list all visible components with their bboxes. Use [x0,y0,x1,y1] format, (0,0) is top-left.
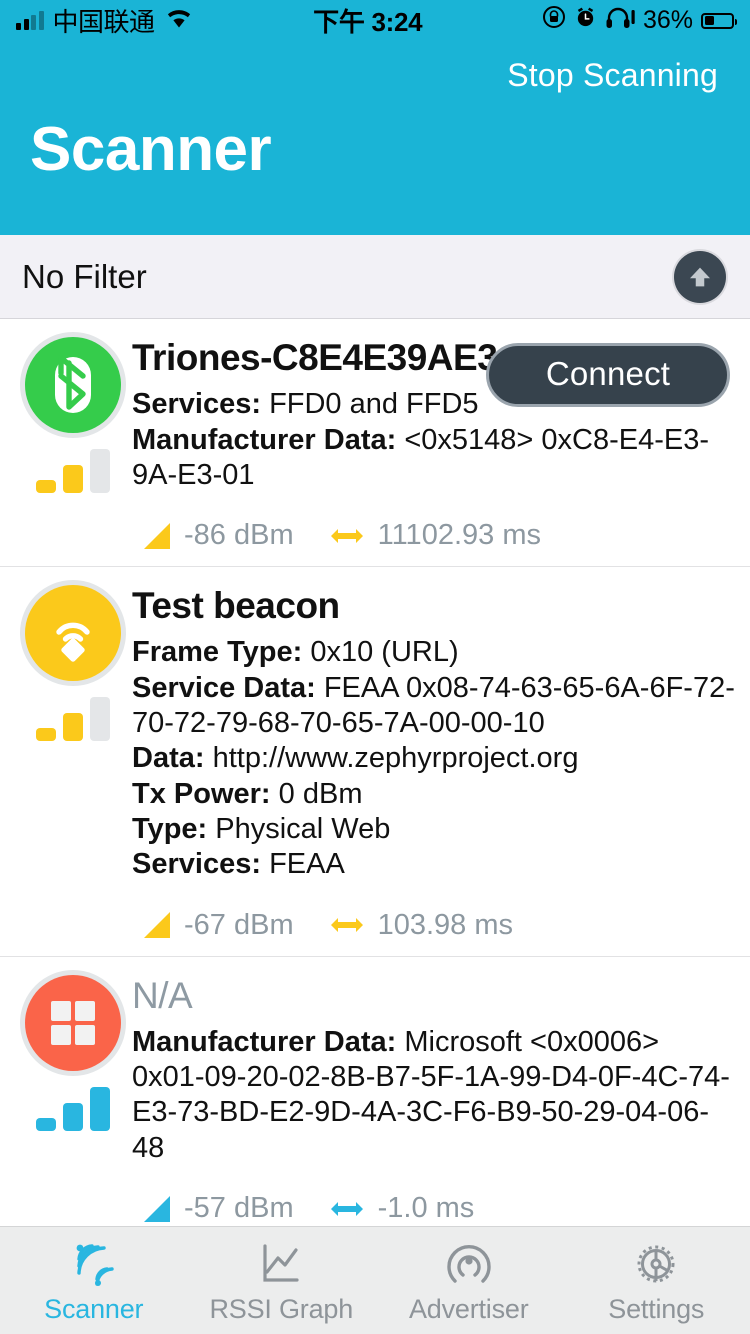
tab-bar: Scanner RSSI Graph Advertiser Settings [0,1226,750,1334]
status-bar-right: 36% [542,5,737,36]
battery-icon [701,12,737,29]
status-bar-left: 中国联通 [16,2,194,39]
app-screen: 中国联通 下午 3:24 36% Stop Scanning Scanner N… [0,0,750,1334]
arrow-up-icon [690,267,710,287]
rssi-value: -57 dBm [184,1192,294,1225]
page-title: Scanner [30,115,272,185]
battery-percent-label: 36% [642,6,693,35]
filter-bar[interactable]: No Filter [0,235,750,320]
detail-label: Services: [132,388,261,421]
detail-line: Manufacturer Data: Microsoft <0x0006> 0x… [132,1025,736,1167]
detail-label: Frame Type: [132,636,303,669]
detail-label: Manufacturer Data: [132,423,397,456]
tab-label: Advertiser [408,1294,529,1324]
tab-label: RSSI Graph [209,1294,354,1324]
tab-label: Scanner [44,1294,144,1324]
signal-strength-bars [36,1086,110,1131]
detail-line: Services: FEAA [132,847,736,882]
stop-scanning-button[interactable]: Stop Scanning [507,57,718,94]
device-name: Test beacon [132,585,340,627]
interval-value: -1.0 ms [377,1192,475,1225]
device-avatar-column [14,974,132,1225]
rssi-value: -86 dBm [184,519,294,552]
detail-label: Data: [132,742,205,775]
device-list[interactable]: Triones-C8E4E39AE3 Services: FFD0 and FF… [0,319,750,1226]
tab-scanner[interactable]: Scanner [0,1227,188,1334]
interval-arrows-icon [330,918,363,933]
device-info: N/A Manufacturer Data: Microsoft <0x0006… [132,975,736,1225]
avatar [25,974,121,1071]
device-stats: -86 dBm 11102.93 ms [132,519,736,552]
signal-strength-bars [36,449,110,494]
status-bar-center: 下午 3:24 [194,2,542,39]
scanner-radar-icon [66,1236,122,1292]
wifi-icon [164,6,194,35]
detail-label: Type: [132,813,208,846]
status-bar: 中国联通 下午 3:24 36% [0,0,750,42]
device-details: Manufacturer Data: Microsoft <0x0006> 0x… [132,1025,736,1167]
tab-label: Settings [608,1294,705,1324]
interval-arrows-icon [330,1201,363,1216]
cellular-bars-icon [16,10,44,30]
table-row[interactable]: N/A Manufacturer Data: Microsoft <0x0006… [0,957,750,1226]
detail-line: Data: http://www.zephyrproject.org [132,741,736,776]
bluetooth-icon [55,355,91,414]
alarm-clock-icon [574,5,597,36]
clock-label: 下午 3:24 [313,7,423,38]
connect-button[interactable]: Connect [486,343,730,408]
detail-value: 0x10 (URL) [310,636,459,669]
device-avatar-column [14,585,132,941]
rssi-value: -67 dBm [184,908,294,941]
nav-header: Stop Scanning Scanner [0,41,750,236]
device-stats: -57 dBm -1.0 ms [132,1192,736,1225]
carrier-label: 中国联通 [52,7,156,38]
rssi-icon [144,912,170,939]
broadcast-icon [443,1236,495,1292]
detail-line: Service Data: FEAA 0x08-74-63-65-6A-6F-7… [132,671,736,742]
detail-label: Service Data: [132,671,316,704]
scroll-to-top-button[interactable] [674,250,726,303]
detail-line: Manufacturer Data: <0x5148> 0xC8-E4-E3-9… [132,423,736,494]
filter-label: No Filter [22,257,147,295]
device-info: Test beacon Frame Type: 0x10 (URL) Servi… [132,585,736,941]
gear-icon [630,1236,682,1292]
tab-rssi-graph[interactable]: RSSI Graph [188,1227,376,1334]
tab-advertiser[interactable]: Advertiser [375,1227,563,1334]
headphones-icon [605,5,635,36]
detail-label: Manufacturer Data: [132,1025,397,1058]
device-details: Frame Type: 0x10 (URL) Service Data: FEA… [132,635,736,883]
detail-value: FFD0 and FFD5 [269,388,479,421]
detail-label: Tx Power: [132,777,271,810]
detail-line: Type: Physical Web [132,812,736,847]
interval-value: 103.98 ms [377,908,514,941]
detail-line: Tx Power: 0 dBm [132,777,736,812]
device-stats: -67 dBm 103.98 ms [132,909,736,942]
detail-value: FEAA [269,848,345,881]
table-row[interactable]: Triones-C8E4E39AE3 Services: FFD0 and FF… [0,319,750,568]
rssi-icon [144,522,170,549]
line-chart-icon [255,1236,307,1292]
detail-label: Services: [132,848,261,881]
beacon-icon [56,622,90,663]
table-row[interactable]: Test beacon Frame Type: 0x10 (URL) Servi… [0,567,750,957]
signal-strength-bars [36,697,110,742]
detail-value: 0 dBm [278,777,363,810]
avatar [25,585,121,682]
rotation-lock-icon [542,5,566,36]
detail-line: Frame Type: 0x10 (URL) [132,635,736,670]
rssi-icon [144,1195,170,1222]
device-avatar-column [14,337,132,552]
tab-settings[interactable]: Settings [563,1227,750,1334]
detail-value: Physical Web [215,813,391,846]
detail-value: http://www.zephyrproject.org [212,742,579,775]
interval-value: 11102.93 ms [377,519,541,552]
windows-logo-icon [51,1000,95,1045]
avatar [25,337,121,434]
interval-arrows-icon [330,528,363,543]
device-name: N/A [132,974,193,1016]
